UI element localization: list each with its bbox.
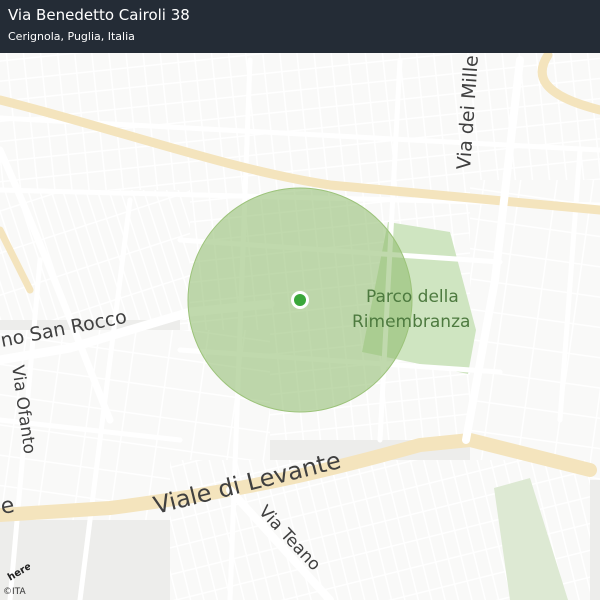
address-header: Via Benedetto Cairoli 38 Cerignola, Pugl… [0,0,600,53]
map-copyright: ©ITA [3,587,26,597]
location-marker[interactable] [291,291,309,309]
here-logo: here [4,560,34,586]
park-label-line-2: Rimembranza [352,312,470,332]
address-subtitle: Cerignola, Puglia, Italia [8,30,135,43]
park-label-line-1: Parco della [366,287,459,307]
map-canvas[interactable]: Via dei Mille Parco della Rimembranza no… [0,0,600,600]
svg-text:here: here [6,561,30,582]
address-title: Via Benedetto Cairoli 38 [8,6,190,24]
